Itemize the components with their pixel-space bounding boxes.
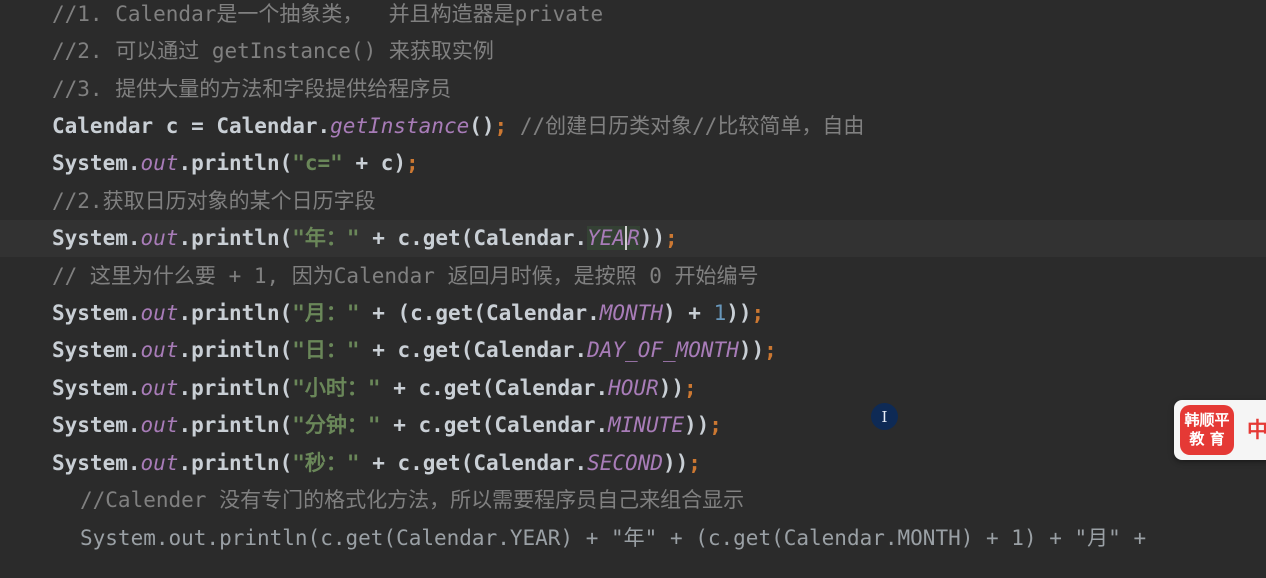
code-line-10[interactable]: System.out.println("日：" + c.get(Calendar… — [0, 332, 1266, 369]
code-line-6[interactable]: //2.获取日历对象的某个日历字段 — [0, 183, 1266, 220]
text-cursor-icon: I — [881, 407, 888, 426]
code-line-12[interactable]: System.out.println("分钟：" + c.get(Calenda… — [0, 407, 1266, 444]
code-line-8[interactable]: // 这里为什么要 + 1, 因为Calendar 返回月时候，是按照 0 开始… — [0, 258, 1266, 295]
mouse-cursor-indicator: I — [871, 403, 898, 430]
code-text: System.out.println("日：" + c.get(Calendar… — [52, 338, 777, 362]
code-text: System.out.println("小时：" + c.get(Calenda… — [52, 376, 697, 400]
code-line-1[interactable]: //1. Calendar是一个抽象类， 并且构造器是private — [0, 0, 1266, 33]
brand-logo: 韩顺平 教 育 — [1180, 405, 1234, 455]
code-line-2[interactable]: //2. 可以通过 getInstance() 来获取实例 — [0, 33, 1266, 70]
code-line-7-current[interactable]: System.out.println("年：" + c.get(Calendar… — [0, 220, 1266, 257]
code-line-11[interactable]: System.out.println("小时：" + c.get(Calenda… — [0, 370, 1266, 407]
code-text: System.out.println("月：" + (c.get(Calenda… — [52, 301, 765, 325]
code-line-9[interactable]: System.out.println("月：" + (c.get(Calenda… — [0, 295, 1266, 332]
comment: //Calender 没有专门的格式化方法，所以需要程序员自己来组合显示 — [80, 488, 745, 512]
code-line-3[interactable]: //3. 提供大量的方法和字段提供给程序员 — [0, 71, 1266, 108]
code-line-4[interactable]: Calendar c = Calendar.getInstance(); //创… — [0, 108, 1266, 145]
code-text: System.out.println("年：" + c.get(Calendar… — [52, 226, 678, 250]
comment: //2.获取日历对象的某个日历字段 — [52, 189, 376, 213]
code-text: System.out.println(c.get(Calendar.YEAR) … — [80, 526, 1147, 550]
comment: // 这里为什么要 + 1, 因为Calendar 返回月时候，是按照 0 开始… — [52, 264, 759, 288]
code-text: System.out.println("秒：" + c.get(Calendar… — [52, 451, 701, 475]
code-text: System.out.println("c=" + c); — [52, 151, 419, 175]
code-text: Calendar c = Calendar.getInstance(); //创… — [52, 114, 865, 138]
code-line-13[interactable]: System.out.println("秒：" + c.get(Calendar… — [0, 445, 1266, 482]
code-line-14[interactable]: //Calender 没有专门的格式化方法，所以需要程序员自己来组合显示 — [0, 482, 1266, 519]
comment: //1. Calendar是一个抽象类， 并且构造器是private — [52, 2, 604, 26]
code-text: System.out.println("分钟：" + c.get(Calenda… — [52, 413, 722, 437]
comment: //3. 提供大量的方法和字段提供给程序员 — [52, 77, 452, 101]
code-line-15[interactable]: System.out.println(c.get(Calendar.YEAR) … — [0, 520, 1266, 557]
comment: //2. 可以通过 getInstance() 来获取实例 — [52, 39, 494, 63]
code-editor[interactable]: //1. Calendar是一个抽象类， 并且构造器是private //2. … — [0, 0, 1266, 578]
watermark-badge: 韩顺平 教 育 中 — [1174, 400, 1266, 460]
badge-text: 中 — [1247, 418, 1266, 442]
code-line-5[interactable]: System.out.println("c=" + c); — [0, 145, 1266, 182]
